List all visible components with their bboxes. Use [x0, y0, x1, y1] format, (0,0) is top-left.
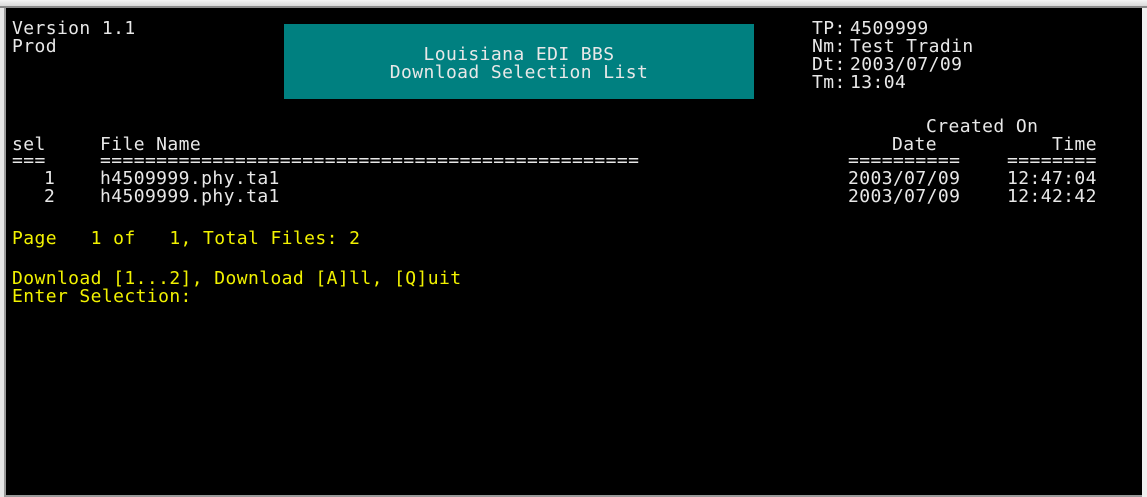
row-time: 12:42:42 [1007, 186, 1097, 207]
title-banner: Louisiana EDI BBS Download Selection Lis… [284, 24, 754, 99]
sel-separator: === [12, 150, 46, 171]
screen-title: Download Selection List [389, 62, 649, 83]
row-date: 2003/07/09 [848, 186, 961, 207]
page-status: Page 1 of 1, Total Files: 2 [12, 228, 361, 249]
selection-prompt[interactable]: Enter Selection: [12, 288, 192, 306]
tm-label: Tm: [812, 72, 846, 93]
window-right-edge [1142, 8, 1147, 497]
window-top-strip [0, 0, 1147, 8]
row-file-name: h4509999.phy.ta1 [100, 186, 280, 207]
tm-value: 13:04 [850, 72, 907, 93]
terminal-screen[interactable]: Version 1.1 Prod Louisiana EDI BBS Downl… [4, 8, 1144, 497]
row-selection-number: 2 [44, 186, 56, 207]
environment-text: Prod [12, 36, 57, 57]
created-on-header: Created On [926, 116, 1039, 137]
